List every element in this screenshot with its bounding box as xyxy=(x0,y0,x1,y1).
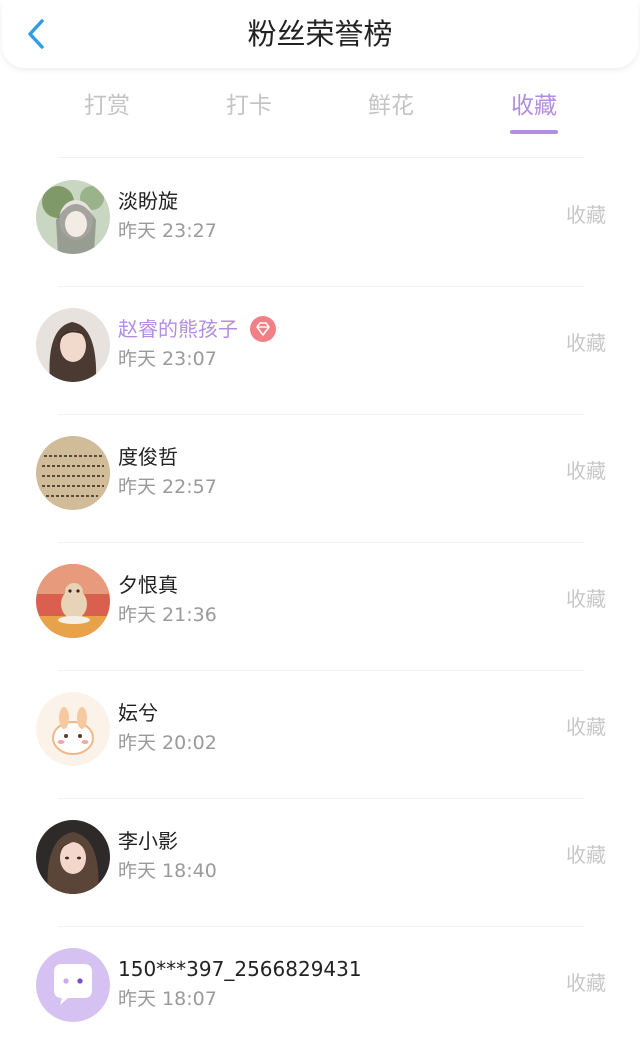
page-title: 粉丝荣誉榜 xyxy=(247,17,393,51)
action-label: 收藏 xyxy=(566,715,606,739)
avatar[interactable] xyxy=(36,308,110,382)
chat-bubble-default-avatar-icon xyxy=(36,948,110,1022)
avatar[interactable] xyxy=(36,436,110,510)
tab-tip[interactable]: 打赏 xyxy=(57,86,157,126)
action-label: 收藏 xyxy=(566,331,606,355)
avatar-handwriting-image xyxy=(36,436,110,510)
fan-time: 昨天 23:27 xyxy=(118,220,217,242)
avatar[interactable] xyxy=(36,180,110,254)
fan-time: 昨天 18:40 xyxy=(118,860,217,882)
avatar-cartoon-bunny-image xyxy=(36,692,110,766)
fan-row[interactable]: 150***397_2566829431 昨天 18:07 收藏 xyxy=(0,926,640,1054)
fan-time: 昨天 22:57 xyxy=(118,476,217,498)
action-label: 收藏 xyxy=(566,203,606,227)
fan-name: 妘兮 xyxy=(118,701,158,725)
fan-row[interactable]: 赵睿的熊孩子 昨天 23:07 收藏 xyxy=(0,286,640,414)
action-label: 收藏 xyxy=(566,587,606,611)
header-bar: 粉丝荣誉榜 xyxy=(2,0,638,68)
fan-time: 昨天 20:02 xyxy=(118,732,217,754)
tab-flowers[interactable]: 鲜花 xyxy=(341,86,441,126)
tab-bar: 打赏 打卡 鲜花 收藏 xyxy=(0,86,640,138)
fan-time: 昨天 23:07 xyxy=(118,348,217,370)
action-label: 收藏 xyxy=(566,459,606,483)
fan-row[interactable]: 淡盼旋 昨天 23:27 收藏 xyxy=(0,158,640,286)
fan-time: 昨天 18:07 xyxy=(118,988,217,1010)
fan-row[interactable]: 李小影 昨天 18:40 收藏 xyxy=(0,798,640,926)
avatar[interactable] xyxy=(36,948,110,1022)
tab-favorites[interactable]: 收藏 xyxy=(484,86,584,134)
fan-name: 度俊哲 xyxy=(118,445,178,469)
avatar-girl-selfie-image xyxy=(36,820,110,894)
fan-row[interactable]: 妘兮 昨天 20:02 收藏 xyxy=(0,670,640,798)
fan-name: 夕恨真 xyxy=(118,573,178,597)
fan-name: 150***397_2566829431 xyxy=(118,957,362,981)
fan-name: 李小影 xyxy=(118,829,178,853)
avatar[interactable] xyxy=(36,564,110,638)
avatar-girl-plants-image xyxy=(36,180,110,254)
avatar[interactable] xyxy=(36,692,110,766)
action-label: 收藏 xyxy=(566,971,606,995)
fan-row[interactable]: 夕恨真 昨天 21:36 收藏 xyxy=(0,542,640,670)
fan-name: 淡盼旋 xyxy=(118,189,178,213)
fan-row[interactable]: 度俊哲 昨天 22:57 收藏 xyxy=(0,414,640,542)
avatar-girl-portrait-image xyxy=(36,308,110,382)
diamond-badge-icon xyxy=(250,316,276,342)
fan-time: 昨天 21:36 xyxy=(118,604,217,626)
avatar[interactable] xyxy=(36,820,110,894)
fan-name: 赵睿的熊孩子 xyxy=(118,317,238,341)
action-label: 收藏 xyxy=(566,843,606,867)
tab-checkin[interactable]: 打卡 xyxy=(199,86,299,126)
avatar-hamster-image xyxy=(36,564,110,638)
